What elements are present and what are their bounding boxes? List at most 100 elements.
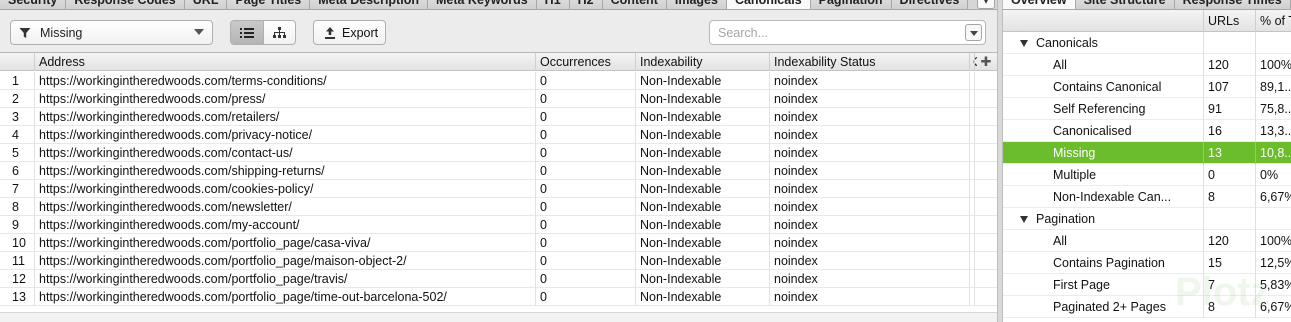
row-number-cell: 9 bbox=[0, 216, 35, 234]
tree-item-row[interactable]: Multiple 0 0% bbox=[1003, 164, 1291, 186]
tab-canonicals[interactable]: Canonicals bbox=[726, 0, 811, 9]
tree-item-row[interactable]: Canonicalised 1613,3... bbox=[1003, 120, 1291, 142]
urls-count: 8 bbox=[1203, 186, 1255, 208]
indexability-cell: Non-Indexable bbox=[636, 216, 770, 234]
tab-page-titles[interactable]: Page Titles bbox=[227, 0, 311, 9]
tab-pagination[interactable]: Pagination bbox=[810, 0, 892, 9]
table-row[interactable]: 11 https://workingintheredwoods.com/portf… bbox=[0, 252, 997, 270]
indexability-status-cell: noindex bbox=[770, 126, 970, 144]
column-header-indexability-status[interactable]: Indexability Status bbox=[770, 53, 970, 71]
column-header-row-number[interactable] bbox=[0, 53, 35, 71]
tree-item-row[interactable]: Paginated 2+ Pages 86,67% bbox=[1003, 296, 1291, 318]
occurrences-cell: 0 bbox=[536, 252, 636, 270]
occurrences-cell: 0 bbox=[536, 90, 636, 108]
urls-count: 13 bbox=[1203, 142, 1255, 164]
tree-item-row[interactable]: First Page 75,83% bbox=[1003, 274, 1291, 296]
tree-view-button[interactable] bbox=[262, 21, 296, 44]
search-input[interactable] bbox=[710, 21, 965, 44]
horizontal-scrollbar[interactable] bbox=[0, 312, 997, 322]
filter-dropdown[interactable]: Missing bbox=[10, 20, 213, 45]
occurrences-cell: 0 bbox=[536, 72, 636, 90]
row-number-cell: 3 bbox=[0, 108, 35, 126]
tree-item-row[interactable]: All 120 100% bbox=[1003, 230, 1291, 252]
main-pane: Security Response Codes URL Page Titles … bbox=[0, 0, 997, 322]
tree-hierarchy-icon bbox=[272, 26, 286, 38]
tree-item-row[interactable]: Self Referencing 9175,8... bbox=[1003, 98, 1291, 120]
column-header-percent[interactable]: % of T bbox=[1255, 10, 1291, 32]
table-row[interactable]: 1 https://workingintheredwoods.com/terms-… bbox=[0, 72, 997, 90]
column-header-occurrences[interactable]: Occurrences bbox=[536, 53, 636, 71]
tab-response-times[interactable]: Response Times bbox=[1174, 0, 1291, 9]
column-header-address[interactable]: Address bbox=[35, 53, 536, 71]
percent-of-total: 100% bbox=[1255, 230, 1291, 252]
tree-item-label: Paginated 2+ Pages bbox=[1053, 300, 1166, 314]
tree-group-row[interactable]: Canonicals bbox=[1003, 32, 1291, 54]
tree-item-label: Canonicalised bbox=[1053, 124, 1132, 138]
row-number-cell: 12 bbox=[0, 270, 35, 288]
table-row[interactable]: 10 https://workingintheredwoods.com/portf… bbox=[0, 234, 997, 252]
table-row[interactable]: 6 https://workingintheredwoods.com/shippi… bbox=[0, 162, 997, 180]
column-header-urls[interactable]: URLs bbox=[1203, 10, 1255, 32]
right-tab-bar: Overview Site Structure Response Times bbox=[1003, 0, 1291, 10]
tree-item-row[interactable]: Missing 1310,8... bbox=[1003, 142, 1291, 164]
tab-h2[interactable]: H2 bbox=[569, 0, 603, 9]
occurrences-cell: 0 bbox=[536, 162, 636, 180]
export-button[interactable]: Export bbox=[313, 20, 386, 45]
table-row[interactable]: 13 https://workingintheredwoods.com/portf… bbox=[0, 288, 997, 306]
tab-meta-keywords[interactable]: Meta Keywords bbox=[427, 0, 537, 9]
tree-item-row[interactable]: Contains Canonical 10789,1... bbox=[1003, 76, 1291, 98]
tab-url[interactable]: URL bbox=[184, 0, 228, 9]
list-view-button[interactable] bbox=[231, 21, 263, 44]
percent-of-total: 75,8... bbox=[1255, 98, 1291, 120]
search-options-dropdown-button[interactable] bbox=[965, 24, 982, 41]
table-row[interactable]: 4 https://workingintheredwoods.com/privac… bbox=[0, 126, 997, 144]
tab-directives[interactable]: Directives bbox=[891, 0, 969, 9]
indexability-status-cell: noindex bbox=[770, 108, 970, 126]
tree-item-row[interactable]: Non-Indexable Can... 86,67% bbox=[1003, 186, 1291, 208]
top-tab-bar: Security Response Codes URL Page Titles … bbox=[0, 0, 997, 10]
table-row[interactable]: 5 https://workingintheredwoods.com/contac… bbox=[0, 144, 997, 162]
truncated-cell bbox=[970, 270, 975, 288]
urls-count bbox=[1203, 32, 1255, 54]
percent-of-total: 89,1... bbox=[1255, 76, 1291, 98]
percent-of-total: 6,67% bbox=[1255, 296, 1291, 318]
disclosure-triangle-icon[interactable] bbox=[1020, 216, 1028, 224]
tree-group-row[interactable]: Pagination bbox=[1003, 208, 1291, 230]
column-header-indexability[interactable]: Indexability bbox=[636, 53, 770, 71]
urls-count: 16 bbox=[1203, 120, 1255, 142]
overview-header: URLs % of T bbox=[1003, 10, 1291, 32]
tab-images[interactable]: Images bbox=[666, 0, 727, 9]
table-row[interactable]: 8 https://workingintheredwoods.com/newsle… bbox=[0, 198, 997, 216]
row-number-cell: 1 bbox=[0, 72, 35, 90]
table-row[interactable]: 7 https://workingintheredwoods.com/cookie… bbox=[0, 180, 997, 198]
tab-site-structure[interactable]: Site Structure bbox=[1075, 0, 1175, 9]
indexability-cell: Non-Indexable bbox=[636, 108, 770, 126]
urls-count bbox=[1203, 208, 1255, 230]
tree-item-row[interactable]: Contains Pagination 1512,5% bbox=[1003, 252, 1291, 274]
row-number-cell: 5 bbox=[0, 144, 35, 162]
tab-overflow-menu-button[interactable]: ▾ bbox=[977, 0, 995, 9]
truncated-cell bbox=[970, 144, 975, 162]
indexability-cell: Non-Indexable bbox=[636, 180, 770, 198]
tree-item-row[interactable]: All 120 100% bbox=[1003, 54, 1291, 76]
tab-overview[interactable]: Overview bbox=[1003, 0, 1076, 9]
tab-meta-description[interactable]: Meta Description bbox=[310, 0, 428, 9]
tab-h1[interactable]: H1 bbox=[536, 0, 570, 9]
search-box bbox=[709, 20, 986, 45]
percent-of-total: 10,8... bbox=[1255, 142, 1291, 164]
add-column-icon[interactable]: ✚ bbox=[974, 53, 997, 71]
filter-selected-value: Missing bbox=[40, 25, 83, 40]
table-row[interactable]: 9 https://workingintheredwoods.com/my-acc… bbox=[0, 216, 997, 234]
tab-response-codes[interactable]: Response Codes bbox=[66, 0, 185, 9]
tab-content[interactable]: Content bbox=[602, 0, 667, 9]
table-row[interactable]: 12 https://workingintheredwoods.com/portf… bbox=[0, 270, 997, 288]
tree-group-label: Pagination bbox=[1036, 212, 1096, 226]
address-cell: https://workingintheredwoods.com/portfol… bbox=[35, 252, 536, 270]
table-row[interactable]: 3 https://workingintheredwoods.com/retail… bbox=[0, 108, 997, 126]
disclosure-triangle-icon[interactable] bbox=[1020, 40, 1028, 48]
tab-security[interactable]: Security bbox=[0, 0, 67, 9]
table-row[interactable]: 2 https://workingintheredwoods.com/press/… bbox=[0, 90, 997, 108]
occurrences-cell: 0 bbox=[536, 180, 636, 198]
truncated-cell bbox=[970, 180, 975, 198]
truncated-cell bbox=[970, 252, 975, 270]
